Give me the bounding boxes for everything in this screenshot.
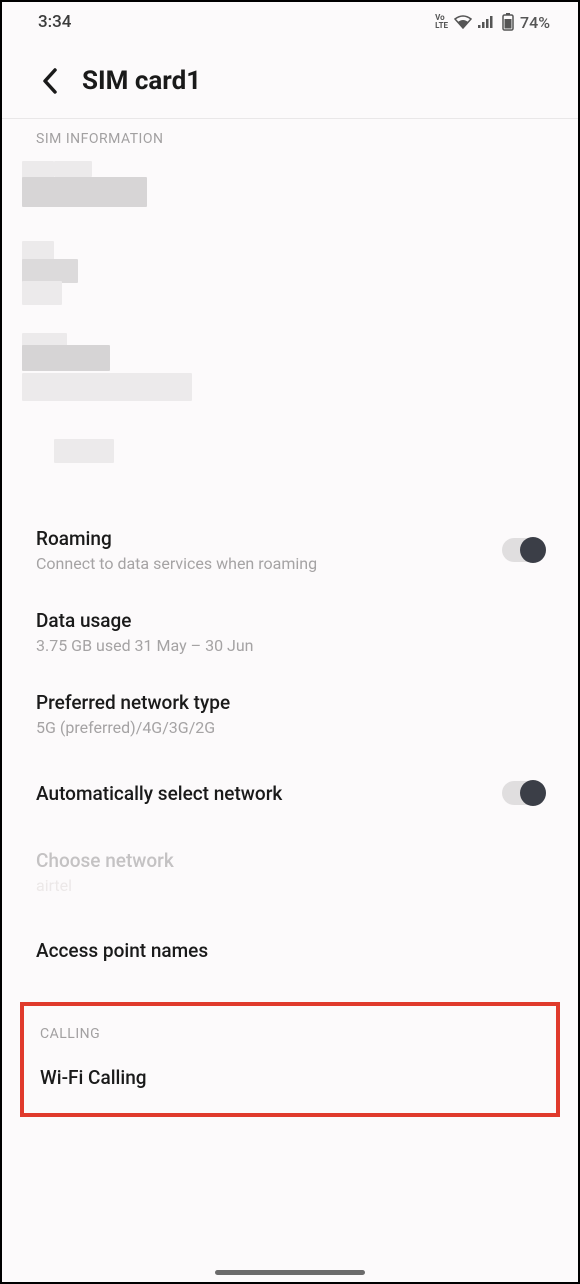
redacted-sim-info	[2, 157, 578, 509]
battery-icon	[502, 13, 514, 31]
auto-select-toggle[interactable]	[502, 781, 544, 805]
section-sim-info: SIM INFORMATION	[2, 119, 578, 157]
setting-wifi-calling[interactable]: Wi-Fi Calling	[24, 1050, 556, 1099]
page-header: SIM card1	[2, 38, 578, 118]
home-indicator[interactable]	[215, 1270, 365, 1275]
data-usage-title: Data usage	[36, 609, 544, 632]
data-usage-sub: 3.75 GB used 31 May – 30 Jun	[36, 636, 544, 655]
preferred-network-title: Preferred network type	[36, 691, 544, 714]
status-bar: 3:34 VoLTE 74%	[2, 2, 578, 38]
chevron-left-icon	[42, 68, 58, 94]
preferred-network-sub: 5G (preferred)/4G/3G/2G	[36, 718, 544, 737]
signal-icon	[478, 15, 496, 29]
back-button[interactable]	[40, 66, 60, 96]
apn-title: Access point names	[36, 939, 544, 962]
volte-icon: VoLTE	[435, 14, 448, 30]
status-right: VoLTE 74%	[435, 13, 550, 32]
highlight-wifi-calling: CALLING Wi-Fi Calling	[20, 1002, 560, 1117]
setting-auto-select-network[interactable]: Automatically select network	[2, 755, 578, 831]
setting-choose-network: Choose network airtel	[2, 831, 578, 913]
page-title: SIM card1	[82, 66, 201, 96]
wifi-calling-title: Wi-Fi Calling	[40, 1066, 540, 1089]
auto-select-title: Automatically select network	[36, 782, 502, 805]
roaming-sub: Connect to data services when roaming	[36, 554, 502, 573]
choose-network-title: Choose network	[36, 849, 544, 872]
section-calling: CALLING	[24, 1006, 556, 1050]
setting-apn[interactable]: Access point names	[2, 913, 578, 988]
setting-preferred-network[interactable]: Preferred network type 5G (preferred)/4G…	[2, 673, 578, 755]
choose-network-sub: airtel	[36, 876, 544, 895]
status-time: 3:34	[38, 12, 71, 32]
roaming-title: Roaming	[36, 527, 502, 550]
wifi-icon	[454, 15, 472, 29]
roaming-toggle[interactable]	[502, 538, 544, 562]
setting-roaming[interactable]: Roaming Connect to data services when ro…	[2, 509, 578, 591]
battery-percent: 74%	[520, 13, 550, 32]
setting-data-usage[interactable]: Data usage 3.75 GB used 31 May – 30 Jun	[2, 591, 578, 673]
